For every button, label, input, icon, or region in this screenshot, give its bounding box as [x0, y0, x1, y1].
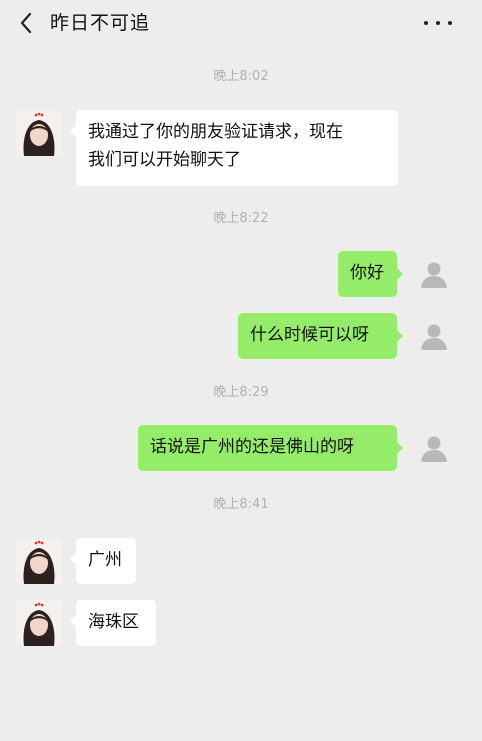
timestamp: 晚上8:22: [213, 211, 269, 226]
message-bubble-outgoing[interactable]: 你好: [338, 251, 403, 297]
contact-photo-icon: [16, 600, 62, 646]
more-dot: [436, 21, 440, 25]
contact-avatar[interactable]: [16, 110, 62, 156]
timestamp: 晚上8:29: [213, 385, 269, 400]
user-silhouette-icon: [421, 436, 447, 462]
more-dot: [424, 21, 428, 25]
user-silhouette-icon: [421, 262, 447, 288]
message-bubble-outgoing[interactable]: 什么时候可以呀: [238, 313, 403, 359]
more-dot: [448, 21, 452, 25]
contact-photo-icon: [16, 110, 62, 156]
timestamp: 晚上8:41: [213, 497, 269, 512]
message-bubble-outgoing[interactable]: 话说是广州的还是佛山的呀: [138, 425, 403, 471]
contact-avatar[interactable]: [16, 600, 62, 646]
user-silhouette-icon: [421, 324, 447, 350]
user-avatar[interactable]: [415, 429, 453, 467]
message-bubble-incoming[interactable]: 海珠区: [70, 600, 156, 646]
message-bubble-incoming[interactable]: 广州: [70, 538, 136, 584]
back-button[interactable]: [14, 9, 38, 37]
timestamp: 晚上8:02: [213, 69, 269, 84]
message-bubble-incoming[interactable]: 我通过了你的朋友验证请求，现在 我们可以开始聊天了: [70, 110, 398, 186]
chevron-left-icon: [20, 12, 32, 34]
chat-title: 昨日不可追: [50, 12, 151, 34]
contact-photo-icon: [16, 538, 62, 584]
user-avatar[interactable]: [415, 255, 453, 293]
chat-header: 昨日不可追: [0, 0, 482, 46]
user-avatar[interactable]: [415, 317, 453, 355]
more-button[interactable]: [424, 12, 452, 34]
contact-avatar[interactable]: [16, 538, 62, 584]
